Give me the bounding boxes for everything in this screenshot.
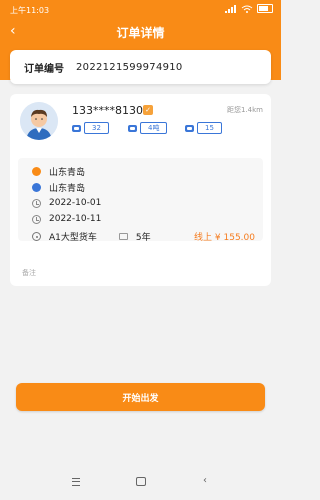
remark-field[interactable]: 备注 — [22, 268, 36, 278]
back-icon[interactable]: ‹ — [203, 475, 207, 486]
route-end-row: 山东青岛 — [32, 181, 85, 194]
battery-icon — [257, 4, 273, 13]
date-end-row: 2022-10-11 — [32, 214, 101, 224]
route-info-box: 山东青岛 山东青岛 2022-10-01 2022-10-11 A1大型货车 5… — [18, 158, 263, 243]
stat-load: 4吨 — [128, 122, 168, 134]
clock-icon — [32, 214, 41, 224]
order-number-label: 订单编号 — [24, 63, 64, 75]
driver-distance: 距您1.4km — [226, 106, 263, 114]
menu-icon[interactable] — [72, 478, 80, 486]
order-detail-card: 133****8130 ✓ 距您1.4km 32 4吨 15 山东青岛 山东青岛… — [10, 94, 271, 286]
start-trip-button[interactable]: 开始出发 — [16, 383, 265, 411]
start-location-icon — [32, 167, 41, 176]
end-location-icon — [32, 183, 41, 192]
signal-icon — [225, 4, 236, 13]
license-card-icon — [118, 233, 128, 240]
verified-badge-icon: ✓ — [143, 105, 153, 115]
stat-load-value: 4吨 — [140, 122, 168, 134]
license-type: A1大型货车 — [49, 233, 97, 243]
route-end: 山东青岛 — [49, 184, 86, 194]
driver-avatar — [20, 102, 58, 140]
stat-count: 15 — [185, 122, 222, 134]
order-number-card: 订单编号 2022121599974910 — [10, 50, 271, 84]
home-icon[interactable] — [136, 477, 146, 486]
order-price: 线上 ¥ 155.00 — [194, 233, 255, 243]
vehicle-row: A1大型货车 5年 — [32, 230, 151, 243]
avatar-illustration-icon — [20, 102, 58, 140]
weight-stat-icon — [128, 124, 137, 132]
status-bar: 上午11:03 — [0, 0, 281, 20]
date-start: 2022-10-01 — [49, 198, 102, 208]
page-title: 订单详情 — [116, 26, 165, 40]
route-start: 山东青岛 — [49, 168, 86, 178]
status-icons — [225, 4, 273, 13]
driving-years: 5年 — [135, 233, 151, 243]
wifi-icon — [241, 5, 253, 13]
clock-icon — [32, 198, 41, 208]
stat-count-value: 15 — [197, 122, 222, 134]
steering-wheel-icon — [32, 232, 41, 241]
system-nav-bar: ‹ — [0, 470, 281, 500]
status-time: 上午11:03 — [10, 6, 50, 15]
count-stat-icon — [185, 124, 194, 132]
route-start-row: 山东青岛 — [32, 165, 85, 178]
stat-orders: 32 — [72, 122, 109, 134]
date-start-row: 2022-10-01 — [32, 198, 101, 208]
order-number-value: 2022121599974910 — [76, 61, 183, 73]
driver-phone: 133****8130 — [72, 104, 143, 117]
truck-stat-icon — [72, 124, 81, 132]
date-end: 2022-10-11 — [49, 214, 102, 224]
stat-orders-value: 32 — [84, 122, 109, 134]
